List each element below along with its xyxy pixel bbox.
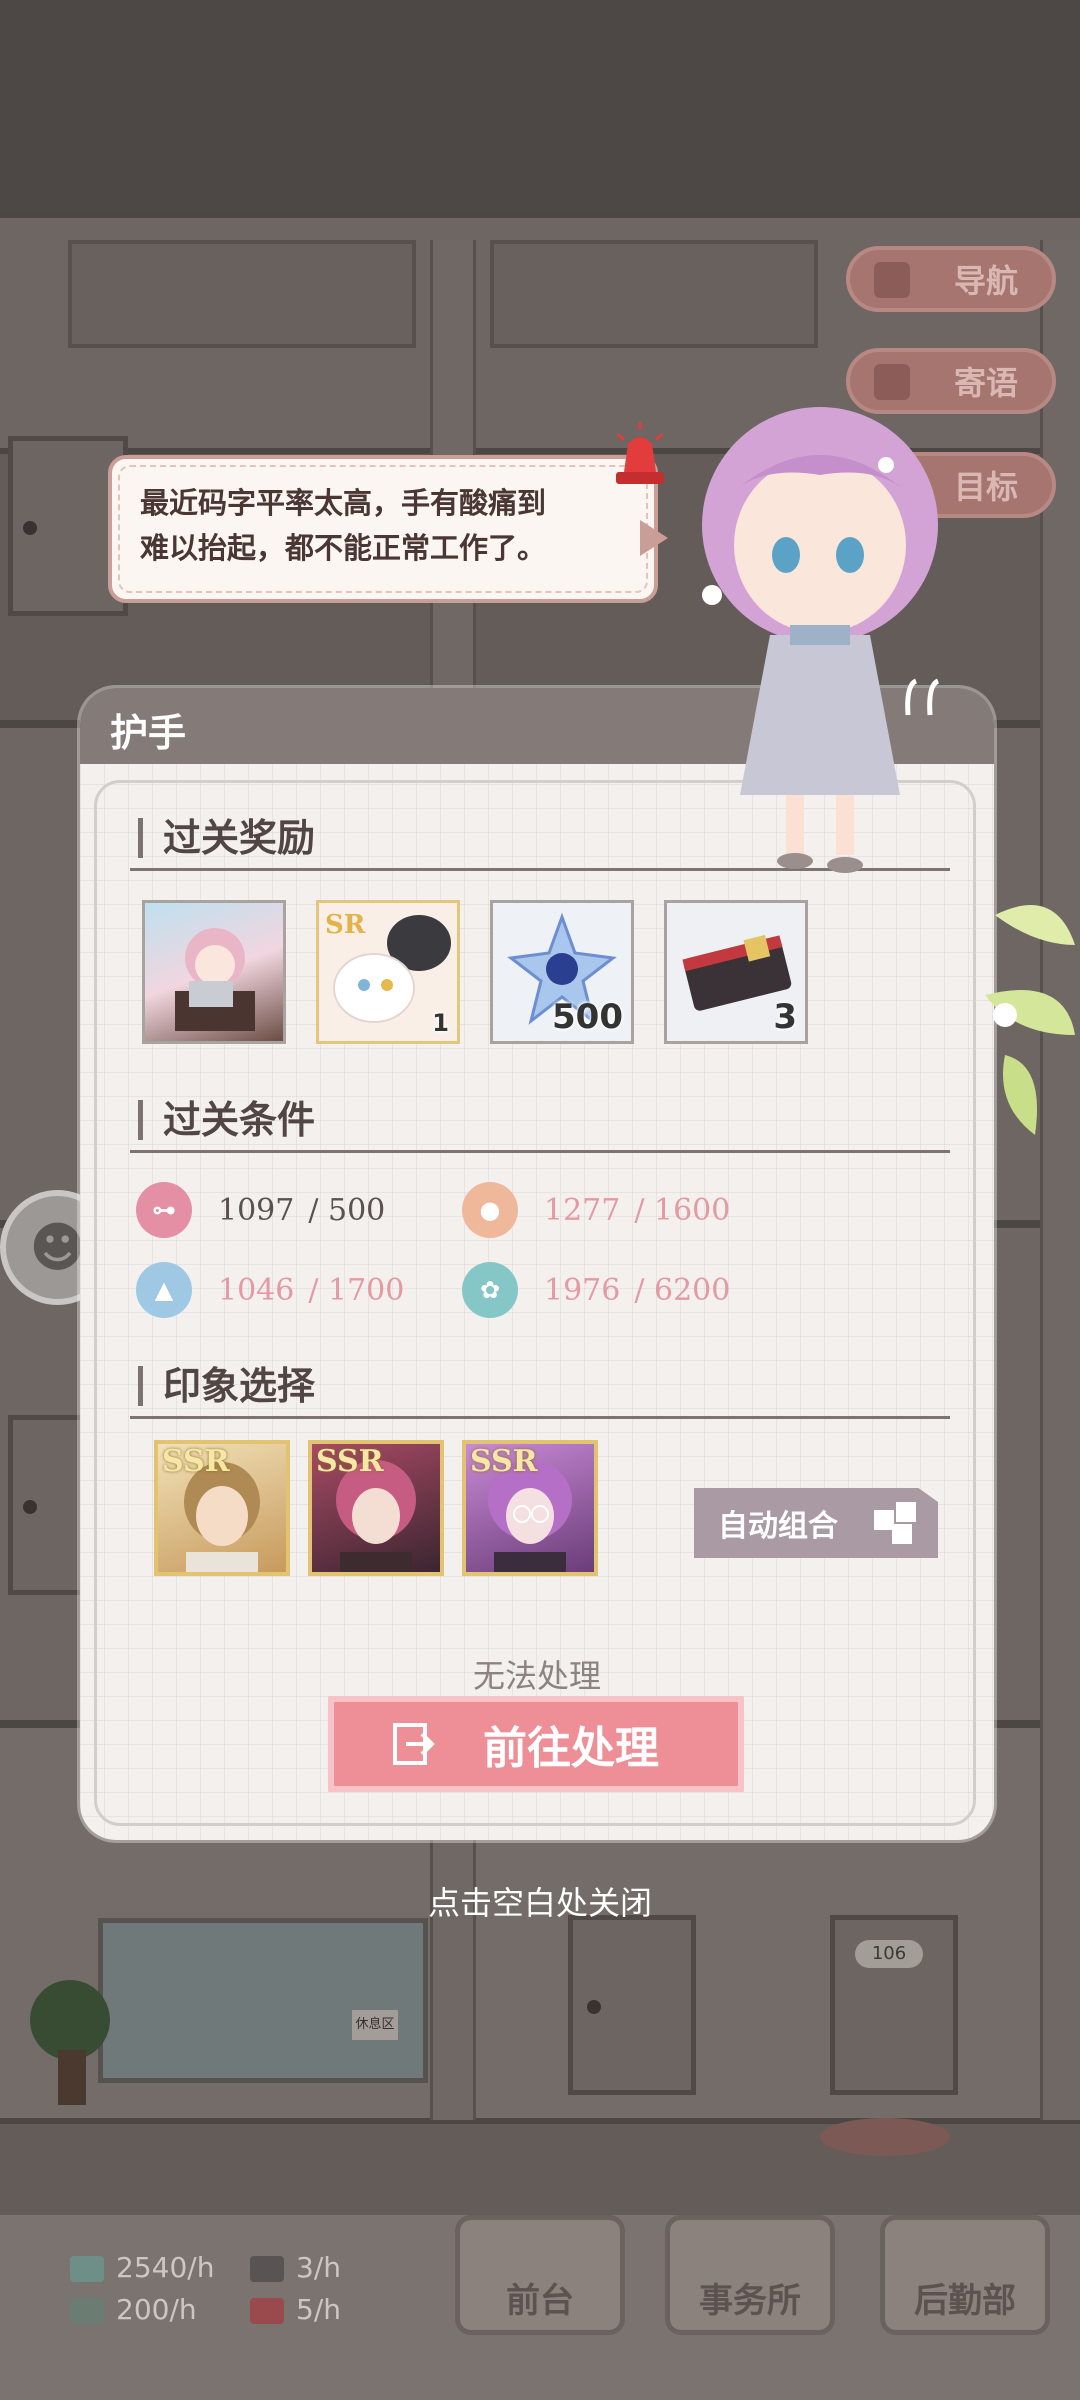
condition-current: 1976 (544, 1272, 621, 1308)
nav-map-button[interactable]: 导航 (846, 246, 1056, 312)
income-stat: 2540/h (70, 2251, 214, 2284)
cash-icon (70, 2256, 104, 2282)
rewards-title: 过关奖励 (138, 818, 315, 858)
chibi-girl-character (702, 407, 938, 873)
front-desk-button[interactable]: 前台 (455, 2215, 625, 2335)
condition-current: 1277 (544, 1192, 621, 1228)
impression-card-2[interactable]: SSR (308, 1440, 444, 1576)
book-stat: 200/h (70, 2293, 197, 2326)
rarity-tag: SSR (470, 1444, 538, 1479)
speech-line-1: 最近码字平率太高，手有酸痛到 (140, 486, 547, 520)
reward-blue-crystal[interactable]: 500 (490, 900, 634, 1044)
person-icon: ● (462, 1182, 518, 1238)
go-handle-label: 前往处理 (483, 1723, 659, 1774)
logistics-label: 后勤部 (914, 2281, 1016, 2321)
speech-line-2: 难以抬起，都不能正常工作了。 (140, 531, 547, 565)
dumbbell-icon: ⊶ (136, 1182, 192, 1238)
front-desk-label: 前台 (506, 2281, 574, 2321)
svg-text:SR: SR (325, 910, 366, 940)
impression-card-1[interactable]: SSR (154, 1440, 290, 1576)
book-value: 200/h (116, 2293, 197, 2326)
gift-icon (250, 2298, 284, 2324)
rarity-tag: SSR (162, 1444, 230, 1479)
agency-button[interactable]: 事务所 (665, 2215, 835, 2335)
gift-stat: 5/h (250, 2293, 341, 2326)
condition-charm: ✿ 1976 / 6200 (462, 1260, 730, 1320)
condition-strength: ⊶ 1097 / 500 (136, 1180, 385, 1240)
bottom-bar: 2540/h 3/h 200/h 5/h 前台 事务所 后勤部 (0, 2215, 1080, 2400)
reward-count: 500 (552, 997, 623, 1037)
impression-title: 印象选择 (138, 1366, 315, 1406)
unable-text: 无法处理 (472, 1657, 601, 1695)
condition-current: 1046 (218, 1272, 295, 1308)
graduation-cap-icon: ▲ (136, 1262, 192, 1318)
conditions-title: 过关条件 (138, 1100, 315, 1140)
condition-required: / 1600 (634, 1192, 731, 1228)
dialog-title: 护手 (110, 711, 187, 755)
gift-value: 5/h (296, 2293, 341, 2326)
condition-knowledge: ▲ 1046 / 1700 (136, 1260, 404, 1320)
speech-bubble: 最近码字平率太高，手有酸痛到 难以抬起，都不能正常工作了。 (108, 455, 658, 603)
condition-required: / 500 (308, 1192, 386, 1228)
reward-sr-cat-card[interactable]: SR 1 (316, 900, 460, 1044)
close-hint[interactable]: 点击空白处关闭 (0, 1878, 1080, 1924)
divider (130, 1416, 950, 1419)
condition-required: / 1700 (308, 1272, 405, 1308)
book-icon (70, 2298, 104, 2324)
leaf-decoration (985, 905, 1075, 1135)
logistics-button[interactable]: 后勤部 (880, 2215, 1050, 2335)
auto-combine-label: 自动组合 (718, 1509, 838, 1544)
girl-laptop-illustration (175, 928, 255, 1031)
go-handle-button[interactable]: 前往处理 (328, 1696, 744, 1792)
auto-combine-button[interactable]: 自动组合 (694, 1488, 938, 1558)
writer-icon (250, 2256, 284, 2282)
writer-stat: 3/h (250, 2251, 341, 2284)
agency-label: 事务所 (699, 2281, 801, 2321)
map-icon (874, 262, 910, 298)
condition-current: 1097 (218, 1192, 295, 1228)
reward-scene-card[interactable] (142, 900, 286, 1044)
reward-ticket[interactable]: 3 (664, 900, 808, 1044)
enter-icon (393, 1723, 435, 1765)
condition-person: ● 1277 / 1600 (462, 1180, 730, 1240)
grid-squares-icon (874, 1502, 916, 1544)
grin-face-icon: ☻ (29, 1216, 86, 1279)
divider (130, 1150, 950, 1153)
nav-map-label: 导航 (953, 262, 1018, 300)
reward-count: 1 (432, 1009, 449, 1037)
condition-required: / 6200 (634, 1272, 731, 1308)
reward-count: 3 (773, 997, 797, 1037)
rarity-tag: SSR (316, 1444, 384, 1479)
impression-card-3[interactable]: SSR (462, 1440, 598, 1576)
income-value: 2540/h (116, 2251, 215, 2284)
flower-icon: ✿ (462, 1262, 518, 1318)
writer-value: 3/h (296, 2251, 341, 2284)
